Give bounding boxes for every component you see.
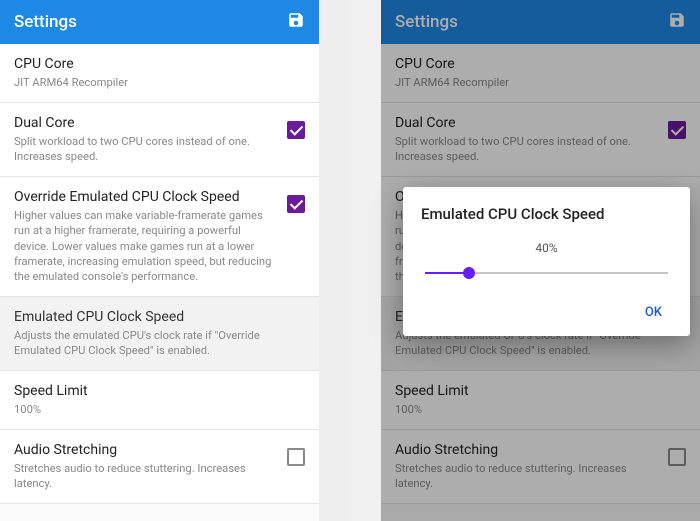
item-sub: 100% xyxy=(14,402,305,417)
screenshot-left: Settings CPU Core JIT ARM64 Recompiler D… xyxy=(0,0,350,521)
dialog-ok-button[interactable]: OK xyxy=(635,299,672,326)
clock-speed-dialog: Emulated CPU Clock Speed 40% OK xyxy=(403,187,690,336)
item-cpu-core[interactable]: CPU Core JIT ARM64 Recompiler xyxy=(0,44,319,103)
item-sub: Higher values can make variable-framerat… xyxy=(14,208,277,284)
settings-screen-dimmed: Settings CPU Core JIT ARM64 Recompiler D… xyxy=(381,0,700,521)
save-icon[interactable] xyxy=(287,11,305,33)
item-override-clock[interactable]: Override Emulated CPU Clock Speed Higher… xyxy=(0,177,319,297)
screenshot-right: Settings CPU Core JIT ARM64 Recompiler D… xyxy=(350,0,700,521)
item-speed-limit[interactable]: Speed Limit 100% xyxy=(0,371,319,430)
settings-list: CPU Core JIT ARM64 Recompiler Dual Core … xyxy=(0,44,319,504)
item-audio-stretching[interactable]: Audio Stretching Stretches audio to redu… xyxy=(0,430,319,504)
item-dual-core[interactable]: Dual Core Split workload to two CPU core… xyxy=(0,103,319,177)
item-title: Speed Limit xyxy=(14,383,305,399)
item-emulated-clock[interactable]: Emulated CPU Clock Speed Adjusts the emu… xyxy=(0,297,319,371)
checkbox-audio-stretching[interactable] xyxy=(287,448,305,466)
item-title: Override Emulated CPU Clock Speed xyxy=(14,189,277,205)
checkbox-dual-core[interactable] xyxy=(287,121,305,139)
item-sub: Stretches audio to reduce stuttering. In… xyxy=(14,461,277,491)
clock-speed-slider[interactable] xyxy=(425,263,668,283)
item-title: CPU Core xyxy=(14,56,305,72)
item-title: Audio Stretching xyxy=(14,442,277,458)
app-bar: Settings xyxy=(0,0,319,44)
checkbox-override-clock[interactable] xyxy=(287,195,305,213)
item-title: Dual Core xyxy=(14,115,277,131)
app-bar-title: Settings xyxy=(14,12,77,32)
dialog-value-label: 40% xyxy=(421,241,672,255)
item-sub: JIT ARM64 Recompiler xyxy=(14,75,305,90)
dialog-title: Emulated CPU Clock Speed xyxy=(421,205,672,223)
slider-thumb[interactable] xyxy=(463,267,475,279)
item-sub: Split workload to two CPU cores instead … xyxy=(14,134,277,164)
settings-screen: Settings CPU Core JIT ARM64 Recompiler D… xyxy=(0,0,319,521)
item-sub: Adjusts the emulated CPU's clock rate if… xyxy=(14,328,305,358)
item-title: Emulated CPU Clock Speed xyxy=(14,309,305,325)
